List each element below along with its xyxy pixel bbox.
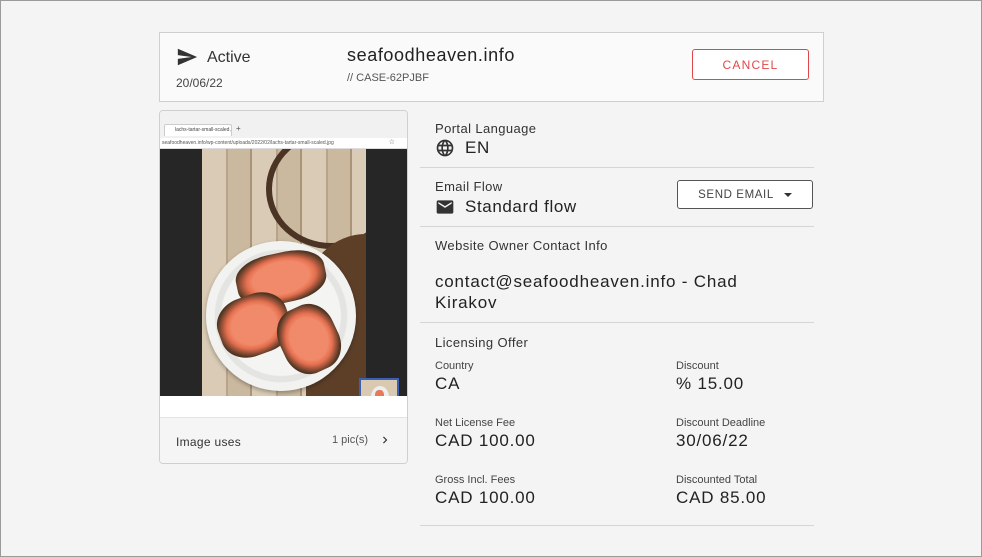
owner-contact-label: Website Owner Contact Info — [435, 238, 608, 253]
browser-url: seafoodheaven.info/wp-content/uploads/20… — [160, 138, 407, 148]
image-preview[interactable] — [160, 149, 407, 411]
portal-language-value: EN — [465, 138, 490, 157]
portal-language-section: Portal Language EN — [420, 110, 814, 168]
chair-shape — [266, 149, 366, 249]
case-header: Active 20/06/22 seafoodheaven.info // CA… — [159, 32, 824, 102]
globe-icon — [436, 139, 454, 157]
offer-discount-label: Discount — [676, 360, 719, 372]
portal-language-label: Portal Language — [435, 121, 537, 136]
card-spacer — [160, 396, 407, 418]
offer-gross-value: CAD 100.00 — [435, 488, 536, 507]
domain-title: seafoodheaven.info — [347, 45, 515, 65]
email-flow-label: Email Flow — [435, 179, 503, 194]
portal-language-row: EN — [435, 138, 490, 158]
offer-gross: Gross Incl. Fees CAD 100.00 — [435, 474, 536, 508]
offer-deadline-label: Discount Deadline — [676, 417, 766, 429]
send-icon — [177, 48, 198, 66]
mail-icon — [436, 200, 454, 214]
send-email-button[interactable]: SEND EMAIL — [677, 180, 813, 209]
browser-tab: lachs-tartar-small-scaled.jpg — [164, 124, 232, 136]
image-uses-row[interactable]: Image uses 1 pic(s) — [160, 418, 407, 463]
offer-gross-label: Gross Incl. Fees — [435, 474, 516, 486]
offer-total: Discounted Total CAD 85.00 — [676, 474, 766, 508]
licensing-offer-label: Licensing Offer — [435, 335, 529, 350]
offer-country-value: CA — [435, 374, 461, 393]
image-uses-label: Image uses — [176, 435, 242, 449]
owner-contact-section: Website Owner Contact Info contact@seafo… — [420, 227, 814, 323]
email-flow-row: Standard flow — [435, 197, 577, 217]
case-date: 20/06/22 — [176, 76, 223, 90]
offer-net-fee-value: CAD 100.00 — [435, 431, 536, 450]
new-tab-icon: + — [236, 124, 241, 133]
case-id: // CASE-62PJBF — [347, 72, 429, 84]
offer-deadline: Discount Deadline 30/06/22 — [676, 417, 765, 451]
status-indicator: Active — [176, 46, 251, 68]
case-details: Portal Language EN Email Flow Standard f… — [420, 110, 814, 526]
email-flow-value: Standard flow — [465, 197, 577, 216]
send-email-label: SEND EMAIL — [698, 188, 774, 201]
chevron-right-icon[interactable] — [378, 432, 392, 448]
offer-net-fee: Net License Fee CAD 100.00 — [435, 417, 536, 451]
licensing-offer-section: Licensing Offer Country CA Discount % 15… — [420, 323, 814, 526]
image-uses-count: 1 pic(s) — [332, 434, 369, 446]
star-icon: ☆ — [388, 139, 395, 146]
email-flow-section: Email Flow Standard flow SEND EMAIL — [420, 168, 814, 227]
browser-screenshot-bar: lachs-tartar-small-scaled.jpg + seafoodh… — [160, 111, 407, 149]
image-card: lachs-tartar-small-scaled.jpg + seafoodh… — [159, 110, 408, 464]
dropdown-caret-icon — [783, 192, 792, 197]
offer-discount: Discount % 15.00 — [676, 360, 744, 394]
offer-deadline-value: 30/06/22 — [676, 431, 749, 450]
offer-total-value: CAD 85.00 — [676, 488, 767, 507]
offer-total-label: Discounted Total — [676, 474, 758, 486]
status-label: Active — [207, 49, 251, 66]
offer-discount-value: % 15.00 — [676, 374, 744, 393]
food-photo — [202, 149, 366, 396]
owner-contact-value: contact@seafoodheaven.info - Chad Kirako… — [435, 272, 738, 312]
offer-country-label: Country — [435, 360, 474, 372]
cancel-button[interactable]: CANCEL — [692, 49, 809, 80]
offer-net-fee-label: Net License Fee — [435, 417, 516, 429]
offer-country: Country CA — [435, 360, 474, 394]
